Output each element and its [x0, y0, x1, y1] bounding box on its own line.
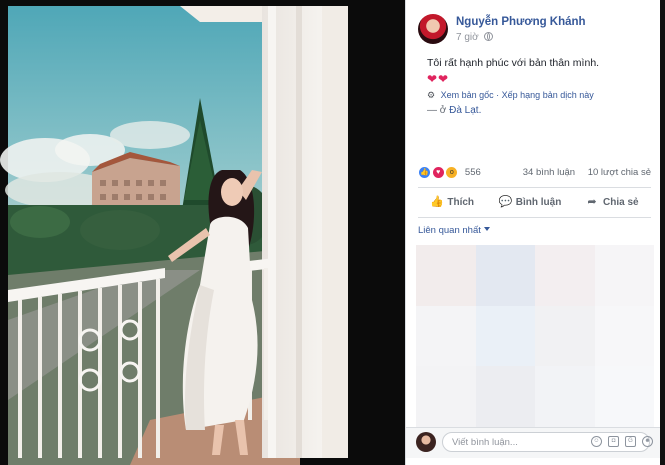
like-button[interactable]: 👍 Thích: [430, 196, 474, 208]
comment-composer: Viết bình luận... ☺ ◘ G ☻: [406, 427, 661, 458]
user-avatar: [416, 432, 436, 452]
share-label: Chia sẻ: [603, 196, 639, 208]
sticker-icon[interactable]: ☻: [642, 436, 653, 447]
comment-button[interactable]: 💬 Bình luận: [499, 196, 562, 208]
author-name[interactable]: Nguyễn Phương Khánh: [456, 16, 586, 28]
gif-icon[interactable]: G: [625, 436, 636, 447]
sort-label: Liên quan nhất: [418, 225, 481, 236]
author-avatar[interactable]: [418, 14, 448, 44]
comment-placeholder: Viết bình luận...: [452, 437, 518, 448]
reaction-count[interactable]: 556: [465, 167, 481, 178]
post-body: Tôi rất hạnh phúc với bản thân mình. ❤❤ …: [427, 57, 651, 116]
action-bar: 👍 Thích 💬 Bình luận ➦ Chia sẻ: [418, 191, 651, 213]
post-time-text: 7 giờ: [456, 32, 479, 43]
post-header: Nguyễn Phương Khánh 7 giờ: [418, 12, 653, 48]
camera-icon[interactable]: ◘: [608, 436, 619, 447]
comment-label: Bình luận: [515, 196, 562, 208]
location-link[interactable]: Đà Lạt.: [449, 105, 481, 116]
globe-icon: [484, 32, 494, 41]
comment-icon: 💬: [498, 196, 513, 208]
see-original-link[interactable]: Xem bản gốc: [441, 90, 494, 100]
post-panel: Nguyễn Phương Khánh 7 giờ Tôi rất hạnh p…: [405, 0, 661, 465]
emoji-icon[interactable]: ☺: [591, 436, 602, 447]
wow-reaction-icon[interactable]: o: [445, 166, 459, 179]
photo-scene: [0, 0, 405, 465]
post-location: — ở Đà Lạt.: [427, 105, 651, 116]
like-reaction-icon[interactable]: 👍: [418, 166, 431, 179]
gear-icon: ⚙: [427, 90, 436, 100]
rate-translation-link[interactable]: Xếp hạng bản dịch này: [502, 90, 594, 100]
blurred-comments: [416, 245, 654, 427]
like-icon: 👍: [430, 196, 445, 208]
caret-down-icon: [483, 227, 490, 231]
share-count[interactable]: 10 lượt chia sẻ: [588, 167, 651, 178]
divider: [418, 217, 651, 218]
post-stats: 34 bình luận 10 lượt chia sẻ: [513, 167, 651, 178]
post-photo[interactable]: [0, 0, 405, 465]
translation-links: ⚙ Xem bản gốc · Xếp hạng bản dịch này: [427, 90, 651, 101]
location-prefix: — ở: [427, 105, 447, 116]
like-label: Thích: [447, 196, 475, 208]
comment-count[interactable]: 34 bình luận: [523, 167, 575, 178]
reaction-bar: 👍 ♥ o 556 34 bình luận 10 lượt chia sẻ: [418, 166, 651, 182]
composer-icons: ☺ ◘ G ☻: [591, 436, 653, 447]
heart-emojis: ❤❤: [427, 72, 450, 86]
post-time[interactable]: 7 giờ: [456, 32, 494, 43]
divider: [418, 187, 651, 188]
love-reaction-icon[interactable]: ♥: [431, 166, 445, 179]
comment-sort-dropdown[interactable]: Liên quan nhất: [418, 225, 490, 236]
share-button[interactable]: ➦ Chia sẻ: [586, 196, 639, 208]
window-edge: [660, 0, 665, 465]
post-caption: Tôi rất hạnh phúc với bản thân mình.: [427, 57, 600, 69]
share-icon: ➦: [587, 196, 597, 208]
